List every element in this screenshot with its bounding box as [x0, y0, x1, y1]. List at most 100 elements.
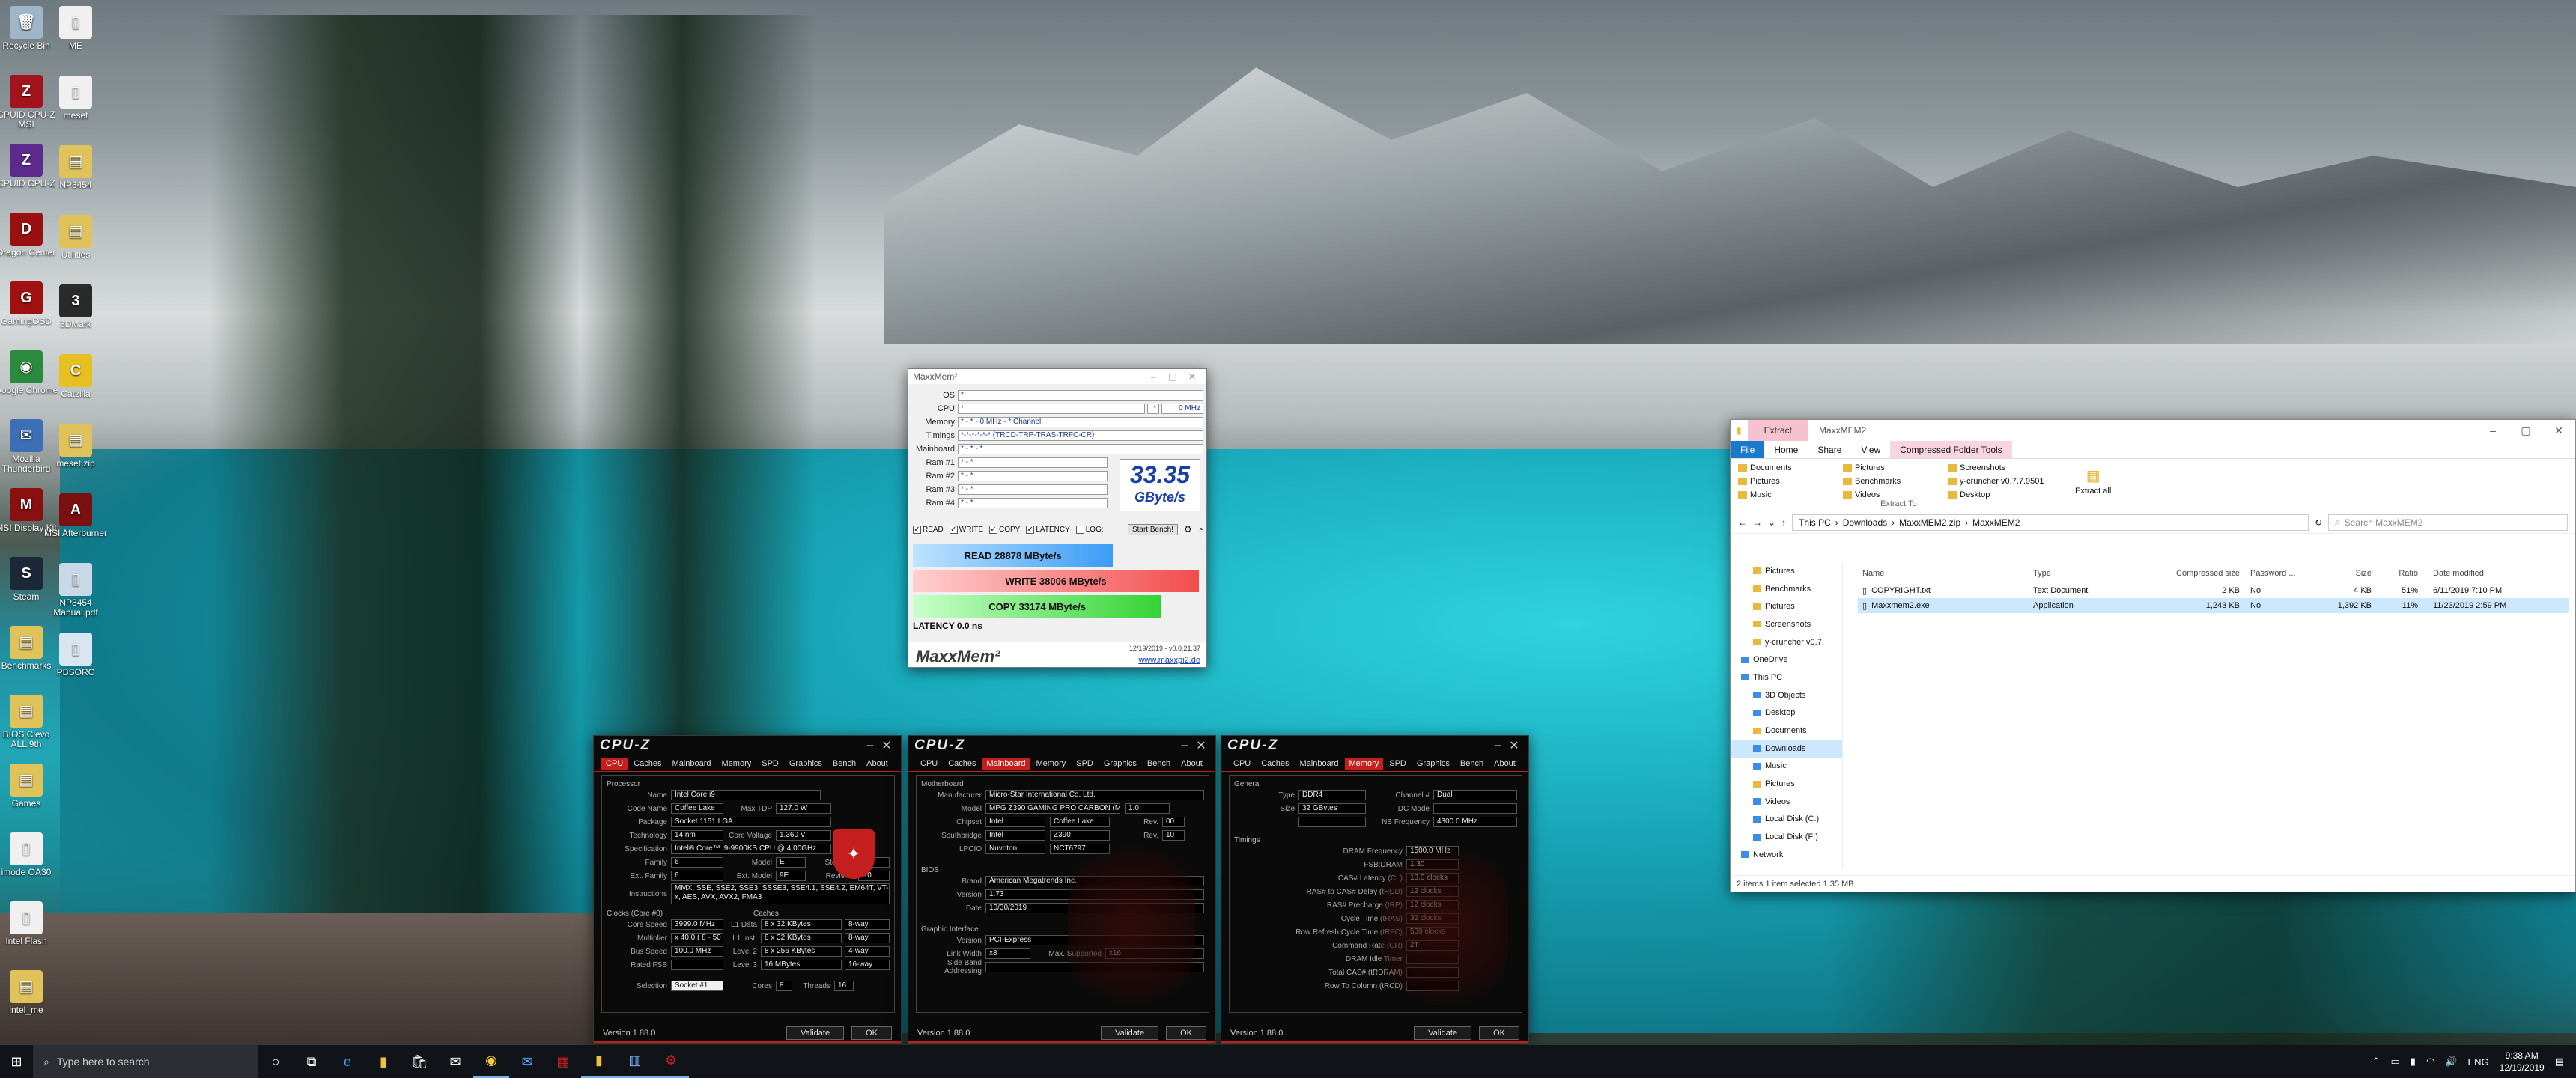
column-header[interactable]: Size — [2306, 569, 2378, 578]
tab-bench[interactable]: Bench — [1143, 758, 1175, 770]
file-explorer-icon[interactable]: ▮ — [365, 1045, 401, 1078]
tab-memory[interactable]: Memory — [1032, 758, 1071, 770]
nav-item[interactable]: Screenshots — [1731, 615, 1842, 633]
ok-button[interactable]: OK — [851, 1026, 892, 1040]
ok-button[interactable]: OK — [1479, 1026, 1519, 1040]
close-icon[interactable]: ✕ — [2542, 424, 2575, 437]
nav-item[interactable]: y-cruncher v0.7. — [1731, 633, 1842, 651]
desktop-icon[interactable]: ▯ PBSORC — [43, 633, 108, 677]
tab-memory[interactable]: Memory — [1344, 757, 1384, 770]
search-input[interactable]: ⌕ Search MaxxMEM2 — [2328, 514, 2568, 531]
minimize-icon[interactable]: – — [1176, 739, 1193, 752]
nav-item[interactable]: Benchmarks — [1731, 580, 1842, 598]
desktop-icon[interactable]: ▯ meset — [43, 76, 108, 121]
extract-to-destination[interactable]: Music — [1738, 490, 1772, 499]
desktop-icon[interactable]: ▤ Utilities — [43, 215, 108, 260]
socket-select[interactable]: Socket #1 — [671, 981, 723, 991]
nav-item[interactable]: Local Disk (C:) — [1731, 811, 1842, 829]
cpuz-taskbar-icon[interactable]: ▦ — [545, 1045, 581, 1078]
file-explorer-window[interactable]: ▮ Extract MaxxMEM2 – ▢ ✕ File Home Share Vi… — [1730, 419, 2576, 892]
desktop-icon[interactable]: ▤ intel_me — [0, 970, 58, 1015]
tab-cpu[interactable]: CPU — [601, 757, 628, 770]
tab-bench[interactable]: Bench — [1456, 758, 1488, 770]
cortana-icon[interactable]: ○ — [258, 1045, 294, 1078]
close-icon[interactable]: ✕ — [1182, 371, 1202, 382]
tab-caches[interactable]: Caches — [629, 758, 666, 770]
chrome-icon[interactable]: ◉ — [473, 1045, 509, 1078]
cpuz-titlebar[interactable]: CPU-Z – ✕ — [594, 736, 901, 755]
cpuz-window-cpu[interactable]: CPU-Z – ✕ CPU Caches Mainboard Memory SPD Gra… — [593, 735, 902, 1044]
ok-button[interactable]: OK — [1166, 1026, 1206, 1040]
maximize-icon[interactable]: ▢ — [2509, 424, 2542, 437]
network-icon[interactable]: ▭ — [2390, 1056, 2399, 1068]
desktop-icon[interactable]: C Catzilla — [43, 354, 108, 399]
cpuz-window-mainboard[interactable]: CPU-Z – ✕ CPU Caches Mainboard Memory SPD Gra… — [908, 735, 1216, 1044]
desktop-icon[interactable]: ▯ ME — [43, 6, 108, 51]
file-row[interactable]: ▯ Maxxmem2.exe Application 1,243 KB No 1,392 … — [1858, 598, 2569, 613]
cpuz-titlebar[interactable]: CPU-Z – ✕ — [1221, 736, 1528, 755]
task-view-icon[interactable]: ⧉ — [294, 1045, 329, 1078]
extract-to-destination[interactable]: Screenshots — [1948, 463, 2005, 472]
checkbox-write[interactable]: ✓ WRITE — [949, 525, 983, 534]
tab-spd[interactable]: SPD — [757, 758, 783, 770]
column-header[interactable]: Password ... — [2246, 569, 2306, 578]
minimize-icon[interactable]: – — [2476, 424, 2509, 436]
up-icon[interactable]: ↑ — [1781, 517, 1786, 528]
ribbon-tab-home[interactable]: Home — [1764, 441, 1808, 458]
validate-button[interactable]: Validate — [1101, 1026, 1159, 1040]
tab-bench[interactable]: Bench — [828, 758, 860, 770]
forward-icon[interactable]: → — [1753, 517, 1762, 528]
notifications-icon[interactable]: ▤ — [2555, 1056, 2564, 1068]
clock[interactable]: 9:38 AM 12/19/2019 — [2500, 1050, 2545, 1074]
nav-item[interactable]: 3D Objects — [1731, 686, 1842, 704]
nav-item[interactable]: Music — [1731, 758, 1842, 776]
volume-icon[interactable]: 🔊 — [2445, 1056, 2457, 1068]
close-icon[interactable]: ✕ — [1193, 738, 1209, 753]
tab-caches[interactable]: Caches — [1257, 758, 1293, 770]
desktop-icon[interactable]: ▯ Intel Flash — [0, 901, 58, 946]
checkbox-log[interactable]: LOG: — [1075, 525, 1104, 534]
minimize-icon[interactable]: – — [862, 739, 878, 752]
extract-to-destination[interactable]: Benchmarks — [1843, 477, 1901, 486]
nav-item[interactable]: Documents — [1731, 722, 1842, 740]
nav-item[interactable]: This PC — [1731, 669, 1842, 686]
nav-item[interactable]: Network — [1731, 846, 1842, 864]
breadcrumb-item[interactable]: This PC — [1799, 517, 1831, 528]
maximize-icon[interactable]: ▢ — [1163, 371, 1182, 382]
minimize-icon[interactable]: – — [1489, 739, 1506, 752]
maxxmem-window[interactable]: MaxxMem² – ▢ ✕ OS * CPU * * 0 MHz Memory * - * … — [908, 368, 1207, 668]
store-icon[interactable]: 🛍 — [401, 1045, 437, 1078]
cpuz-msi-taskbar-icon[interactable]: ⚙ — [653, 1045, 689, 1078]
refresh-icon[interactable]: ↻ — [2315, 517, 2322, 528]
close-icon[interactable]: ✕ — [878, 738, 895, 753]
validate-button[interactable]: Validate — [1414, 1026, 1472, 1040]
column-header[interactable]: Type — [2030, 569, 2150, 578]
tab-about[interactable]: About — [1489, 758, 1520, 770]
desktop-icon[interactable]: ▤ Games — [0, 764, 58, 808]
gear-icon[interactable]: ⚙ — [1184, 524, 1192, 535]
close-icon[interactable]: ✕ — [1506, 738, 1522, 753]
taskbar-search-box[interactable]: ⌕ Type here to search — [33, 1045, 258, 1078]
checkbox-copy[interactable]: ✓ COPY — [989, 525, 1020, 534]
breadcrumb-item[interactable]: MaxxMEM2 — [1972, 517, 2020, 528]
edge-icon[interactable]: e — [329, 1045, 365, 1078]
column-header[interactable]: Date modified — [2427, 569, 2569, 578]
tab-caches[interactable]: Caches — [944, 758, 980, 770]
chevron-down-icon[interactable]: ⌄ — [1768, 517, 1775, 528]
file-row[interactable]: ▯ COPYRIGHT.txt Text Document 2 KB No 4 KB 51%… — [1858, 583, 2569, 598]
nav-item[interactable]: Downloads — [1731, 739, 1842, 758]
minimize-icon[interactable]: – — [1143, 371, 1163, 382]
column-header[interactable]: Ratio — [2378, 569, 2427, 578]
explorer-taskbar-icon[interactable]: ▮ — [581, 1045, 617, 1078]
extract-to-destination[interactable]: Videos — [1843, 490, 1880, 499]
tab-memory[interactable]: Memory — [717, 758, 756, 770]
validate-button[interactable]: Validate — [786, 1026, 845, 1040]
ribbon-tab-view[interactable]: View — [1851, 441, 1890, 458]
desktop-icon[interactable]: ▤ meset.zip — [43, 424, 108, 469]
nav-item[interactable]: Pictures — [1731, 775, 1842, 793]
ribbon-tab-file[interactable]: File — [1731, 441, 1765, 458]
extract-to-destination[interactable]: y-cruncher v0.7.7.9501 — [1948, 477, 2044, 486]
desktop-icon[interactable]: 3 3DMark — [43, 284, 108, 329]
checkbox-read[interactable]: ✓ READ — [913, 525, 944, 534]
tab-mainboard[interactable]: Mainboard — [668, 758, 716, 770]
